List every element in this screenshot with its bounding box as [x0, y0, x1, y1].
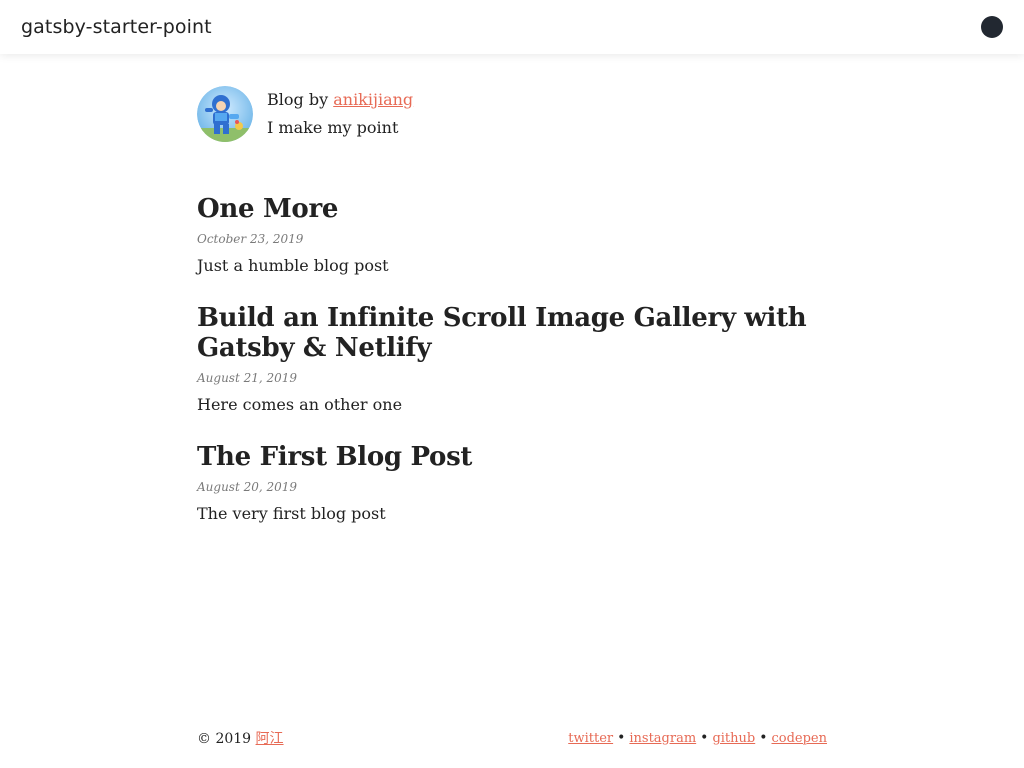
post-title-link[interactable]: The First Blog Post — [197, 442, 472, 472]
top-bar: gatsby-starter-point — [0, 0, 1024, 54]
bio-tagline: I make my point — [267, 118, 399, 137]
post-title-link[interactable]: One More — [197, 194, 338, 224]
post-date: October 23, 2019 — [197, 232, 304, 246]
post-excerpt: The very first blog post — [197, 504, 386, 523]
separator: • — [617, 730, 626, 746]
copyright-text: © 2019 — [197, 731, 252, 747]
github-link[interactable]: github — [712, 731, 755, 746]
separator: • — [700, 730, 709, 746]
post-title-link[interactable]: Build an Infinite Scroll Image Gallery w… — [197, 303, 807, 363]
site-title-link[interactable]: gatsby-starter-point — [21, 16, 212, 38]
post-title: The First Blog Post — [197, 442, 827, 472]
footer: © 2019 阿江 twitter • instagram • github • codep… — [197, 726, 827, 750]
post-item: The First Blog Post August 20, 2019 The … — [197, 442, 827, 525]
author-bio: Blog by anikijiang I make my point — [197, 86, 827, 142]
post-date: August 20, 2019 — [197, 480, 298, 494]
theme-toggle-button[interactable] — [981, 16, 1003, 38]
post-title: Build an Infinite Scroll Image Gallery w… — [197, 303, 827, 363]
bio-prefix: Blog by — [267, 90, 329, 109]
avatar-image — [197, 86, 253, 142]
bio-line: Blog by anikijiang — [267, 86, 413, 114]
post-list: One More October 23, 2019 Just a humble … — [197, 194, 827, 525]
instagram-link[interactable]: instagram — [629, 731, 696, 746]
post-item: One More October 23, 2019 Just a humble … — [197, 194, 827, 277]
post-title: One More — [197, 194, 827, 224]
post-excerpt: Just a humble blog post — [197, 256, 389, 275]
owner-link[interactable]: 阿江 — [256, 731, 284, 747]
footer-copyright: © 2019 阿江 — [197, 728, 284, 748]
separator: • — [759, 730, 768, 746]
main-content: Blog by anikijiang I make my point One M… — [197, 86, 827, 551]
codepen-link[interactable]: codepen — [771, 731, 827, 746]
author-avatar — [197, 86, 253, 142]
post-date: August 21, 2019 — [197, 371, 298, 385]
twitter-link[interactable]: twitter — [568, 731, 613, 746]
author-link[interactable]: anikijiang — [333, 90, 413, 109]
social-links: twitter • instagram • github • codepen — [568, 730, 827, 746]
post-excerpt: Here comes an other one — [197, 395, 403, 414]
bio-text: Blog by anikijiang I make my point — [267, 86, 413, 142]
post-item: Build an Infinite Scroll Image Gallery w… — [197, 303, 827, 416]
